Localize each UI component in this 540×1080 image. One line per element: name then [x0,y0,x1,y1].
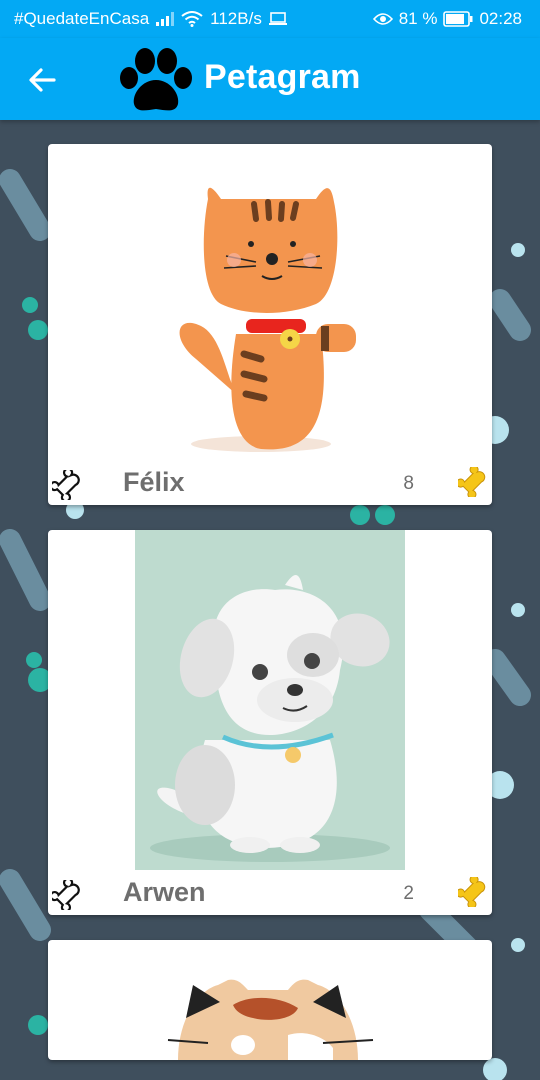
app-bar: Petagram [0,38,540,120]
pet-name: Félix [123,467,185,497]
eye-icon [372,12,393,26]
paw-icon [116,44,196,121]
clock: 02:28 [479,9,522,28]
bone-outline-icon[interactable] [52,880,82,910]
pet-likes-count: 2 [403,883,414,904]
pet-card[interactable] [48,940,492,1060]
pet-list[interactable]: Félix 8 Arwen 2 [0,120,540,1080]
pet-likes-count: 8 [403,473,414,494]
network-speed: 112B/s [210,9,262,28]
cat-illustration [179,187,356,452]
bone-yellow-icon [458,877,486,907]
pet-name: Arwen [123,877,206,907]
arrow-back-icon [29,68,56,92]
screen-cast-icon [268,12,287,26]
battery-icon [443,11,473,27]
carrier-text: #QuedateEnCasa [14,9,150,28]
battery-percent: 81 % [398,9,438,28]
calico-cat-illustration [167,979,374,1060]
status-bar: #QuedateEnCasa 112B/s 81 % 02:28 [0,0,540,38]
card-footer: Arwen 2 [48,875,492,915]
bone-yellow-icon [458,467,486,497]
pet-card[interactable]: Arwen 2 [48,530,492,915]
pet-card[interactable]: Félix 8 [48,144,492,505]
card-footer: Félix 8 [48,465,492,505]
signal-icon [156,12,175,26]
app-title: Petagram [204,58,361,96]
back-button[interactable] [22,60,62,100]
dog-illustration [135,530,405,870]
wifi-icon [181,11,203,27]
bone-outline-icon[interactable] [52,470,82,500]
